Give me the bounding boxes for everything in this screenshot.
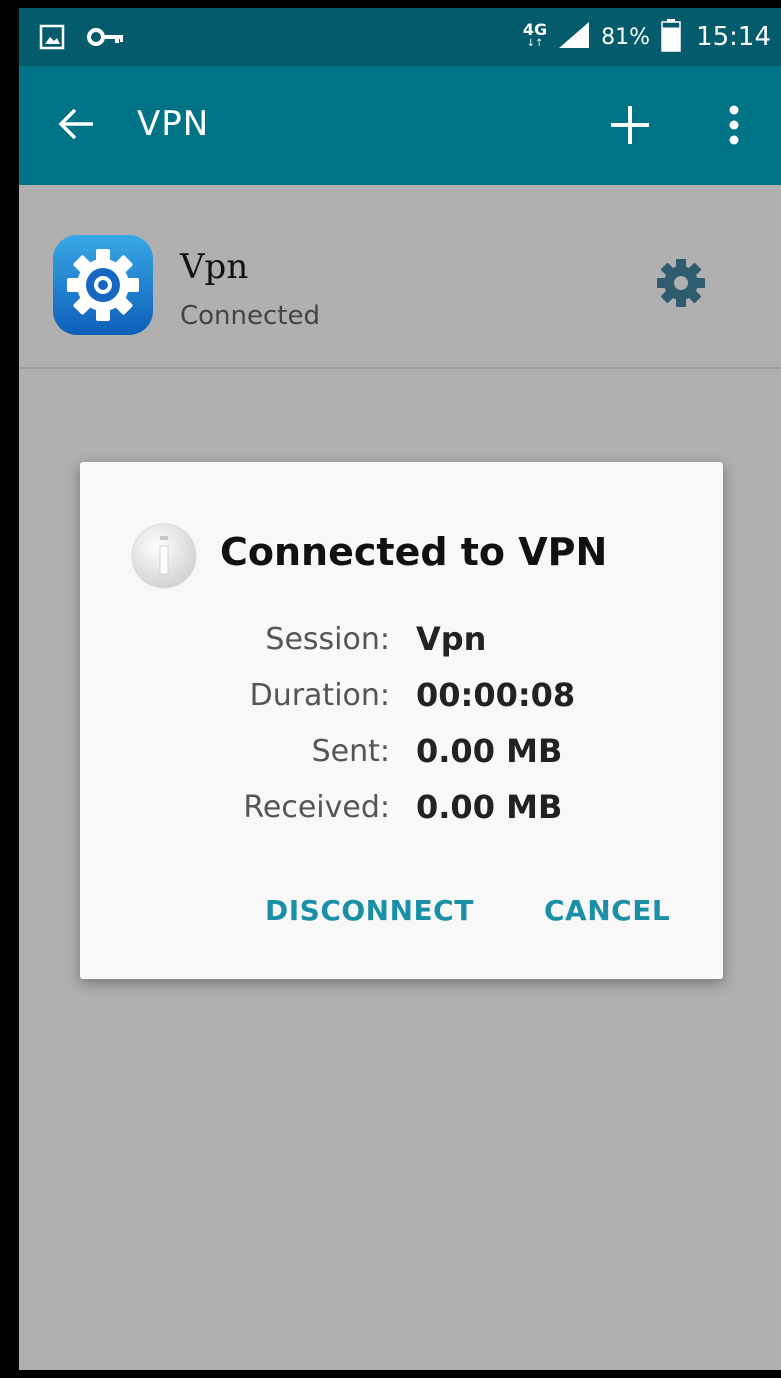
status-bar-system: 4G ↓↑ 81% 15:14 [523, 18, 771, 56]
info-value: Vpn [416, 620, 487, 658]
disconnect-button[interactable]: DISCONNECT [261, 888, 478, 933]
info-value: 0.00 MB [416, 732, 563, 770]
info-value: 00:00:08 [416, 676, 576, 714]
status-bar-notifications [39, 24, 125, 54]
battery-percent: 81% [601, 24, 651, 50]
vpn-app-icon [51, 233, 155, 337]
info-row-session: Session: Vpn [80, 614, 723, 664]
vpn-status-dialog: Connected to VPN Session: Vpn Duration: … [80, 462, 723, 979]
settings-gear-icon[interactable] [655, 257, 707, 309]
signal-icon [557, 20, 591, 54]
network-activity: ↓↑ [526, 38, 544, 49]
network-type: 4G ↓↑ [523, 22, 547, 51]
app-toolbar: VPN [19, 66, 781, 185]
vpn-key-icon [87, 26, 125, 52]
page-title: VPN [137, 104, 210, 144]
back-arrow-icon[interactable] [55, 102, 99, 146]
more-vert-icon[interactable] [719, 102, 749, 148]
vpn-status: Connected [180, 301, 321, 331]
info-label: Session: [265, 622, 390, 657]
battery-icon [660, 18, 682, 56]
vpn-list-item[interactable]: Vpn Connected [19, 185, 781, 369]
dialog-title: Connected to VPN [220, 530, 608, 574]
vpn-name: Vpn [180, 247, 249, 287]
info-row-sent: Sent: 0.00 MB [80, 726, 723, 776]
gallery-icon [39, 24, 65, 54]
info-value: 0.00 MB [416, 788, 563, 826]
info-row-duration: Duration: 00:00:08 [80, 670, 723, 720]
info-label: Received: [243, 790, 390, 825]
phone-screen: 4G ↓↑ 81% 15:14 VPN Vpn Connected Connec… [19, 8, 781, 1370]
clock: 15:14 [696, 22, 771, 52]
info-row-received: Received: 0.00 MB [80, 782, 723, 832]
add-icon[interactable] [607, 102, 653, 148]
status-bar: 4G ↓↑ 81% 15:14 [19, 8, 781, 66]
info-icon [130, 522, 198, 590]
info-label: Sent: [311, 734, 390, 769]
info-label: Duration: [249, 678, 390, 713]
cancel-button[interactable]: CANCEL [540, 888, 674, 933]
